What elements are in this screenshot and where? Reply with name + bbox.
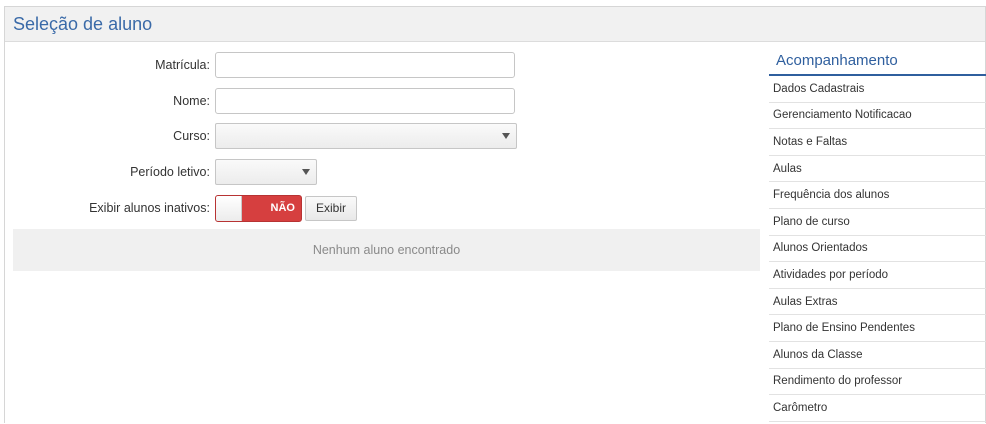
matricula-row: Matrícula: [13, 52, 760, 78]
curso-select[interactable] [215, 123, 517, 149]
periodo-label: Período letivo: [130, 165, 210, 179]
sidebar-item-carometro[interactable]: Carômetro [769, 395, 986, 422]
sidebar-item-rendimento-do-professor[interactable]: Rendimento do professor [769, 369, 986, 396]
curso-label: Curso: [173, 129, 210, 143]
sidebar-item-aulas-extras[interactable]: Aulas Extras [769, 289, 986, 316]
nome-row: Nome: [13, 88, 760, 114]
curso-row: Curso: [13, 123, 760, 149]
sidebar-item-alunos-da-classe[interactable]: Alunos da Classe [769, 342, 986, 369]
student-selection-panel: Seleção de aluno Matrícula: Nome: Curso:… [4, 6, 986, 423]
inativos-toggle[interactable]: NÃO [215, 194, 302, 222]
nome-input[interactable] [215, 88, 515, 114]
sidebar-item-plano-de-curso[interactable]: Plano de curso [769, 209, 986, 236]
sidebar-item-atividades-por-periodo[interactable]: Atividades por período [769, 262, 986, 289]
sidebar-item-aulas[interactable]: Aulas [769, 156, 986, 183]
sidebar-item-frequencia-dos-alunos[interactable]: Frequência dos alunos [769, 182, 986, 209]
results-empty-state: Nenhum aluno encontrado [13, 229, 760, 271]
sidebar-item-dados-cadastrais[interactable]: Dados Cadastrais [769, 76, 986, 103]
panel-header: Seleção de aluno [5, 7, 985, 42]
sidebar-item-notas-e-faltas[interactable]: Notas e Faltas [769, 129, 986, 156]
empty-message: Nenhum aluno encontrado [312, 243, 461, 257]
acompanhamento-sidebar: Acompanhamento Dados Cadastrais Gerencia… [769, 47, 986, 424]
toggle-knob[interactable] [216, 195, 242, 221]
page-title: Seleção de aluno [13, 13, 153, 34]
matricula-label: Matrícula: [155, 58, 210, 72]
search-form: Matrícula: Nome: Curso: Período letivo: … [13, 43, 760, 423]
inativos-row: Exibir alunos inativos: NÃO Exibir [13, 194, 760, 222]
inativos-label: Exibir alunos inativos: [89, 201, 210, 215]
exibir-button[interactable]: Exibir [305, 195, 358, 221]
sidebar-title: Acompanhamento [769, 47, 986, 76]
sidebar-item-plano-de-ensino-pendentes[interactable]: Plano de Ensino Pendentes [769, 315, 986, 342]
periodo-select[interactable] [215, 159, 317, 185]
sidebar-item-gerenciamento-notificacao[interactable]: Gerenciamento Notificacao [769, 103, 986, 130]
nome-label: Nome: [173, 94, 210, 108]
periodo-row: Período letivo: [13, 159, 760, 185]
chevron-down-icon [502, 133, 510, 139]
toggle-state-text: NÃO [270, 201, 295, 214]
inativos-controls: NÃO Exibir [215, 194, 358, 222]
matricula-input[interactable] [215, 52, 515, 78]
chevron-down-icon [302, 169, 310, 175]
sidebar-item-alunos-orientados[interactable]: Alunos Orientados [769, 236, 986, 263]
